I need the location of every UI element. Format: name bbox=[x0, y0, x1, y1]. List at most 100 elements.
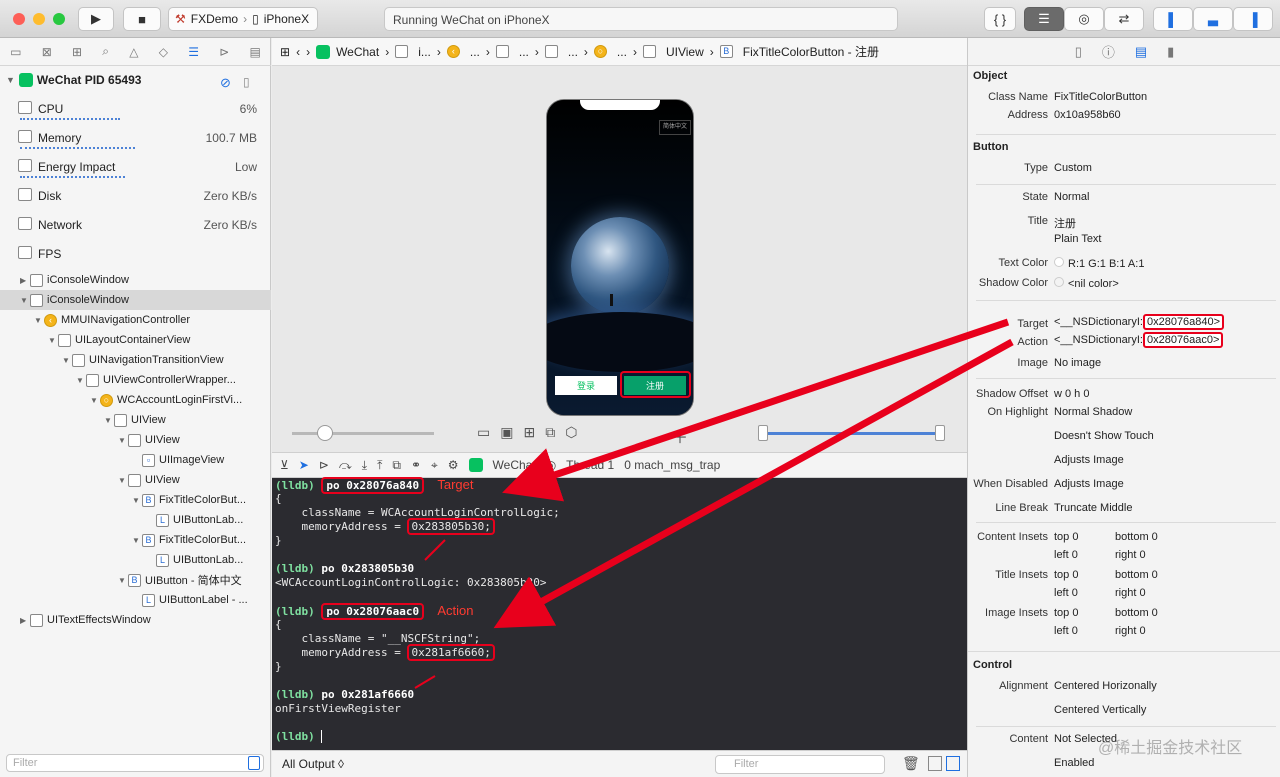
console-line: (lldb) po 0x28076aac0 Action bbox=[275, 603, 473, 620]
hierarchy-icon[interactable]: ⊞ bbox=[72, 45, 82, 59]
tree-row[interactable]: ▫ UIImageView bbox=[0, 450, 271, 470]
view-hierarchy-icon[interactable]: ⧉ bbox=[392, 458, 401, 473]
split-right-icon[interactable] bbox=[946, 756, 960, 771]
view-debugger-canvas[interactable]: 简体中文 登录 注册 ▭▣⊞⧉⬡ ＋ bbox=[272, 66, 967, 452]
stop-button[interactable]: ■ bbox=[123, 7, 161, 31]
report-icon[interactable]: ▤ bbox=[249, 45, 260, 59]
forward-arrow-icon[interactable]: › bbox=[306, 45, 310, 59]
hide-debug-icon[interactable]: ⊻ bbox=[280, 458, 289, 472]
assistant-editor-button[interactable]: ◎ bbox=[1064, 7, 1104, 31]
toggle-debug-button[interactable]: ▃ bbox=[1193, 7, 1233, 31]
tree-row[interactable]: ▼ B FixTitleColorBut... bbox=[0, 490, 271, 510]
version-editor-button[interactable]: ⇄ bbox=[1104, 7, 1144, 31]
help-icon[interactable]: ⓘ bbox=[1102, 42, 1115, 61]
tree-row[interactable]: ▼ UINavigationTransitionView bbox=[0, 350, 271, 370]
gauge-disk[interactable]: Disk Zero KB/s bbox=[18, 184, 263, 213]
filter-options-icon[interactable] bbox=[248, 756, 260, 770]
console-input-line[interactable]: (lldb) bbox=[275, 730, 329, 744]
split-left-icon[interactable] bbox=[928, 756, 942, 771]
jump-item[interactable]: i... bbox=[418, 45, 431, 59]
jump-item[interactable]: FixTitleColorButton - 注册 bbox=[743, 43, 879, 60]
tree-row[interactable]: ▼ ‹ MMUINavigationController bbox=[0, 310, 271, 330]
tree-row[interactable]: ▼ B UIButton - 简体中文 bbox=[0, 570, 271, 590]
console-output[interactable]: (lldb) po 0x28076a840 Target { className… bbox=[272, 477, 967, 750]
step-out-icon[interactable]: ⤒ bbox=[377, 458, 382, 473]
console-filter-input[interactable]: Filter bbox=[715, 755, 885, 774]
device-preview[interactable]: 简体中文 登录 注册 bbox=[546, 99, 694, 416]
memory-graph-icon[interactable]: ⚭ bbox=[411, 458, 421, 472]
jump-item[interactable]: ... bbox=[470, 45, 480, 59]
gauge-memory[interactable]: Memory 100.7 MB bbox=[18, 126, 263, 155]
folder-icon[interactable]: ▭ bbox=[10, 45, 21, 59]
step-into-icon[interactable]: ⤓ bbox=[362, 458, 367, 473]
tree-row[interactable]: ▼ B FixTitleColorBut... bbox=[0, 530, 271, 550]
process-row[interactable]: ▼ WeChat PID 65493 bbox=[6, 73, 141, 87]
debug-frame[interactable]: 0 mach_msg_trap bbox=[624, 458, 720, 472]
debug-app[interactable]: WeChat bbox=[493, 458, 536, 472]
continue-icon[interactable]: ⊳ bbox=[319, 458, 329, 472]
tree-row[interactable]: ▼ UIView bbox=[0, 430, 271, 450]
location-icon[interactable]: ⌖ bbox=[431, 458, 438, 473]
gauge-network[interactable]: Network Zero KB/s bbox=[18, 213, 263, 242]
canvas-controls[interactable]: ▭▣⊞⧉⬡ bbox=[477, 424, 587, 441]
tree-row[interactable]: ▶ iConsoleWindow bbox=[0, 270, 271, 290]
gauge-energy[interactable]: Energy Impact Low bbox=[18, 155, 263, 184]
scheme-selector[interactable]: ⚒ FXDemo › ▯ iPhoneX bbox=[168, 7, 318, 31]
language-button[interactable]: 简体中文 bbox=[659, 120, 691, 135]
jump-item[interactable]: WeChat bbox=[336, 45, 379, 59]
tree-row[interactable]: ▼ UILayoutContainerView bbox=[0, 330, 271, 350]
trash-icon[interactable]: 🗑 bbox=[902, 755, 920, 772]
source-control-icon[interactable]: ⊠ bbox=[42, 45, 52, 59]
gauge-cpu[interactable]: CPU 6% bbox=[18, 97, 263, 126]
jump-item[interactable]: ... bbox=[519, 45, 529, 59]
attributes-icon[interactable]: ▤ bbox=[1135, 44, 1147, 60]
debug-icon[interactable]: ☰ bbox=[188, 45, 199, 59]
navigator-filter-input[interactable]: Filter bbox=[6, 754, 264, 772]
login-button[interactable]: 登录 bbox=[555, 376, 617, 395]
back-arrow-icon[interactable]: ‹ bbox=[296, 45, 300, 59]
zoom-window-button[interactable] bbox=[53, 13, 65, 25]
size-icon[interactable]: ▮ bbox=[1167, 44, 1174, 60]
tree-row-selected[interactable]: ▼ iConsoleWindow bbox=[0, 290, 271, 310]
step-over-icon[interactable]: ⤼ bbox=[339, 458, 352, 473]
warning-icon[interactable]: △ bbox=[129, 45, 138, 59]
breakpoint-icon[interactable]: ⊳ bbox=[219, 45, 229, 59]
toggle-inspector-button[interactable]: ▐ bbox=[1233, 7, 1273, 31]
tree-row[interactable]: L UIButtonLabel - ... bbox=[0, 590, 271, 610]
standard-editor-button[interactable]: ☰ bbox=[1024, 7, 1064, 31]
tree-row[interactable]: ▶ UITextEffectsWindow bbox=[0, 610, 271, 630]
range-slider-right-handle[interactable] bbox=[935, 425, 945, 441]
jump-item[interactable]: ... bbox=[617, 45, 627, 59]
library-button[interactable]: { } bbox=[984, 7, 1016, 31]
jump-item[interactable]: UIView bbox=[666, 45, 704, 59]
range-slider-left-handle[interactable] bbox=[758, 425, 768, 441]
output-selector[interactable]: All Output ◊ bbox=[282, 757, 344, 771]
when-disabled-value: Adjusts Image bbox=[1054, 478, 1124, 490]
jump-item[interactable]: ... bbox=[568, 45, 578, 59]
tree-row[interactable]: ▼ UIViewControllerWrapper... bbox=[0, 370, 271, 390]
tree-row[interactable]: ▼ ○ WCAccountLoginFirstVi... bbox=[0, 390, 271, 410]
spacing-slider[interactable] bbox=[292, 432, 434, 435]
gauge-fps[interactable]: FPS bbox=[18, 242, 263, 271]
env-overrides-icon[interactable]: ⚙ bbox=[448, 458, 459, 472]
view-options-icon[interactable]: ▯ bbox=[243, 75, 250, 89]
spacing-slider-knob[interactable] bbox=[317, 425, 333, 441]
close-window-button[interactable] bbox=[13, 13, 25, 25]
file-icon[interactable]: ▯ bbox=[1075, 44, 1082, 60]
test-icon[interactable]: ◇ bbox=[159, 45, 168, 59]
breakpoints-icon[interactable]: ➤ bbox=[299, 458, 309, 472]
view-icon bbox=[128, 433, 141, 447]
minimize-window-button[interactable] bbox=[33, 13, 45, 25]
run-button[interactable]: ▶ bbox=[78, 7, 114, 31]
tree-row[interactable]: L UIButtonLab... bbox=[0, 510, 271, 530]
debug-thread[interactable]: Thread 1 bbox=[566, 458, 614, 472]
related-items-icon[interactable]: ⊞ bbox=[280, 45, 290, 59]
gauge-icon[interactable]: ⊘ bbox=[220, 75, 231, 91]
tree-row[interactable]: L UIButtonLab... bbox=[0, 550, 271, 570]
tree-row[interactable]: ▼ UIView bbox=[0, 410, 271, 430]
range-slider[interactable] bbox=[764, 432, 942, 435]
search-icon[interactable]: ⌕ bbox=[102, 44, 109, 59]
zoom-in-icon[interactable]: ＋ bbox=[672, 424, 688, 448]
toggle-navigator-button[interactable]: ▌ bbox=[1153, 7, 1193, 31]
tree-row[interactable]: ▼ UIView bbox=[0, 470, 271, 490]
